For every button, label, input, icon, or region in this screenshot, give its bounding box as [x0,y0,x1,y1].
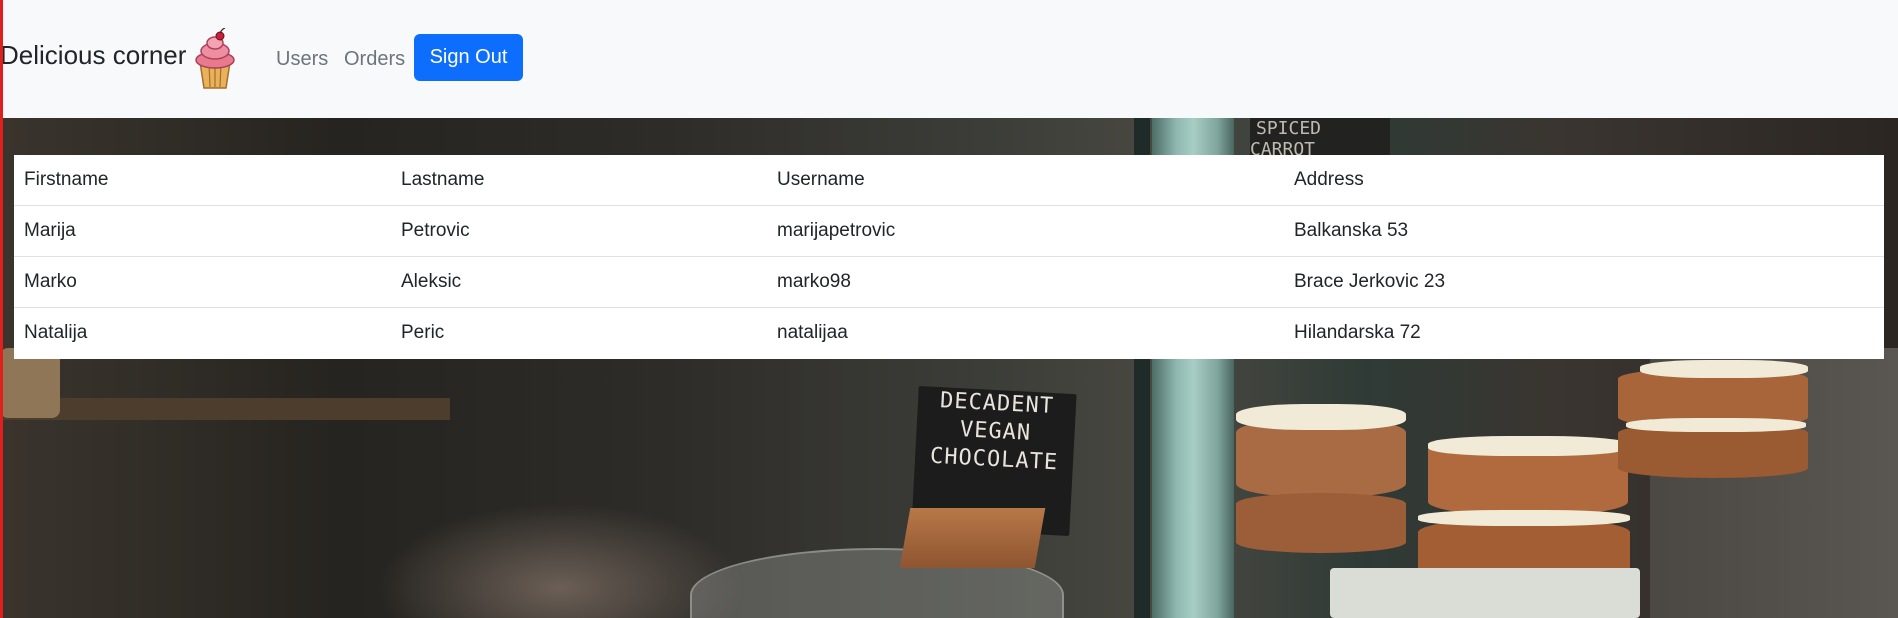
cell-firstname: Marko [14,256,391,308]
table-row: Natalija Peric natalijaa Hilandarska 72 [14,308,1884,359]
cell-firstname: Marija [14,205,391,257]
table-header-row: Firstname Lastname Username Address [14,155,1884,206]
column-header-username: Username [767,155,1284,206]
cell-lastname: Aleksic [391,256,767,308]
table-row: Marija Petrovic marijapetrovic Balkanska… [14,205,1884,257]
column-header-address: Address [1284,155,1884,206]
window-edge-marker [0,0,3,618]
users-table: Firstname Lastname Username Address Mari… [14,155,1884,359]
cupcake-icon [195,28,235,89]
cell-address: Hilandarska 72 [1294,322,1421,343]
nav-orders-link[interactable]: Orders [344,48,405,71]
cell-firstname: Natalija [24,322,88,343]
cell-address: Balkanska 53 [1284,205,1884,257]
cell-username: marko98 [767,256,1284,308]
cell-lastname: Petrovic [391,205,767,257]
cell-username: marijapetrovic [767,205,1284,257]
navbar: Delicious corner Users Orders Sign Out [0,0,1898,118]
brand-title[interactable]: Delicious corner [0,40,186,71]
cell-username: natalijaa [777,322,848,343]
cell-address: Brace Jerkovic 23 [1284,256,1884,308]
cell-lastname: Peric [401,322,445,343]
column-header-firstname: Firstname [14,155,391,206]
column-header-lastname: Lastname [391,155,767,206]
sign-out-button[interactable]: Sign Out [414,34,523,81]
carrot-sign: SPICED CARROT [1250,118,1390,160]
table-row: Marko Aleksic marko98 Brace Jerkovic 23 [14,256,1884,308]
nav-users-link[interactable]: Users [276,48,328,71]
